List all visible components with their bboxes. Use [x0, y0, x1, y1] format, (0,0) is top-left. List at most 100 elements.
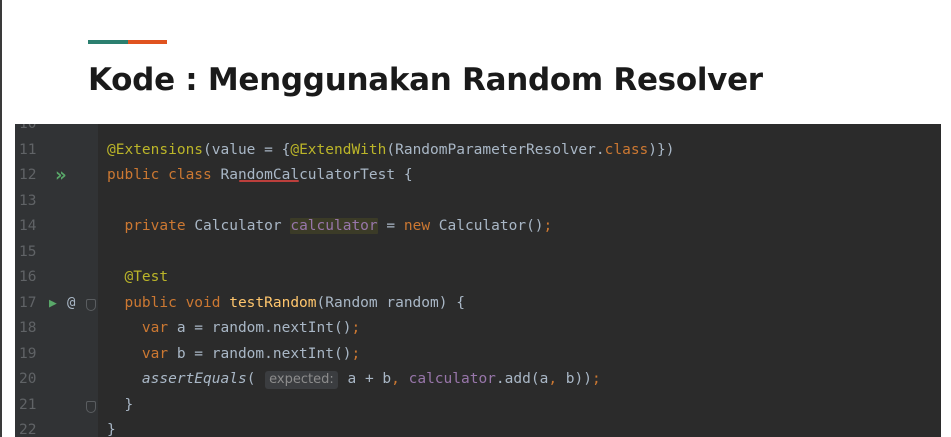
- gutter-row: 20: [15, 367, 98, 393]
- accent-teal-segment: [88, 40, 128, 44]
- code-text: @Test: [107, 265, 168, 291]
- code-token: Calculator: [194, 218, 291, 234]
- slide-title: Kode : Menggunakan Random Resolver: [88, 62, 763, 98]
- code-token: testRandom: [229, 294, 317, 311]
- code-token: @Extensions: [107, 141, 204, 158]
- code-token: class: [604, 141, 649, 158]
- fold-marker-icon[interactable]: [86, 400, 96, 413]
- code-line[interactable]: [98, 124, 941, 138]
- code-token: ,: [548, 371, 566, 387]
- code-text: assertEquals( expected: a + b, calculato…: [107, 367, 601, 393]
- code-line[interactable]: public void testRandom(Random random) {: [98, 291, 941, 317]
- code-line[interactable]: assertEquals( expected: a + b, calculato…: [98, 367, 941, 393]
- code-token: (RandomParameterResolver.: [386, 141, 605, 158]
- code-text: var b = random.nextInt();: [107, 342, 360, 368]
- code-token: = {: [255, 141, 291, 158]
- code-token: @ExtendWith: [290, 141, 387, 158]
- code-token: ;: [351, 345, 361, 362]
- code-line[interactable]: }: [98, 418, 941, 437]
- code-line[interactable]: @Test: [98, 265, 941, 291]
- line-number: 15: [19, 243, 37, 260]
- gutter-row: 15: [15, 240, 98, 266]
- code-line[interactable]: var b = random.nextInt();: [98, 342, 941, 368]
- highlighted-identifier: calculator: [290, 218, 378, 234]
- editor-code-area[interactable]: @Extensions(value = {@ExtendWith(RandomP…: [98, 124, 941, 437]
- code-token: ;: [351, 320, 361, 336]
- code-text: public void testRandom(Random random) {: [107, 291, 465, 317]
- gutter-row: 18: [15, 316, 98, 342]
- code-token: public void: [107, 294, 230, 311]
- code-token: @Test: [107, 269, 169, 285]
- code-token: a = random.nextInt(): [176, 320, 352, 336]
- parameter-hint: expected:: [265, 371, 338, 389]
- code-token: .add(a: [495, 371, 549, 387]
- code-editor[interactable]: 10 11 12 » 13 14 15 16 17 ▶ @18 19 20 21 22 @Extension…: [15, 124, 941, 437]
- code-token: Calculator(): [438, 218, 544, 234]
- code-token: var: [107, 320, 177, 336]
- line-number: 12: [19, 167, 37, 183]
- code-token: }: [107, 422, 116, 437]
- code-token: ,: [391, 371, 409, 387]
- accent-orange-segment: [128, 40, 167, 44]
- gutter-row: 14: [15, 214, 98, 240]
- code-line[interactable]: @Extensions(value = {@ExtendWith(RandomP…: [98, 138, 941, 164]
- code-token: (Random random) {: [316, 294, 465, 311]
- code-token: public class: [107, 167, 221, 183]
- code-token: var: [107, 345, 177, 362]
- code-token: ;: [543, 218, 553, 234]
- gutter-row: 19: [15, 342, 98, 368]
- code-line[interactable]: var a = random.nextInt();: [98, 316, 941, 342]
- code-token: (: [246, 371, 265, 387]
- code-text: }: [107, 393, 133, 419]
- code-token: b = random.nextInt(): [176, 345, 352, 362]
- line-number: 10: [19, 124, 37, 132]
- code-token: ;: [591, 371, 601, 387]
- gutter-row: 16: [15, 265, 98, 291]
- code-token: b)): [565, 371, 592, 387]
- gutter-row: 11: [15, 138, 98, 164]
- code-token: )}): [648, 141, 675, 158]
- code-text: @Extensions(value = {@ExtendWith(RandomP…: [107, 138, 674, 164]
- line-number: 11: [19, 141, 37, 158]
- line-number: 22: [19, 422, 37, 437]
- code-token: RandomCalculatorTest: [220, 167, 396, 183]
- title-accent-bar: [88, 40, 167, 44]
- line-number: 21: [19, 396, 37, 413]
- code-token: a + b: [338, 371, 392, 387]
- line-number: 16: [19, 269, 37, 285]
- gutter-row: 22: [15, 418, 98, 437]
- warning-underline: [238, 180, 299, 182]
- gutter-row: 10: [15, 124, 98, 138]
- code-text: public class RandomCalculatorTest {: [107, 163, 413, 189]
- code-line[interactable]: [98, 240, 941, 266]
- code-text: }: [107, 418, 116, 437]
- at-sign-icon[interactable]: @: [67, 291, 75, 317]
- code-token: value: [211, 141, 256, 158]
- run-all-tests-icon[interactable]: »: [55, 163, 66, 189]
- code-line[interactable]: [98, 189, 941, 215]
- code-text: var a = random.nextInt();: [107, 316, 360, 342]
- code-line[interactable]: public class RandomCalculatorTest {: [98, 163, 941, 189]
- slide-left-border: [0, 0, 2, 437]
- editor-gutter: 10 11 12 » 13 14 15 16 17 ▶ @18 19 20 21 22: [15, 124, 98, 437]
- line-number: 20: [19, 371, 37, 387]
- gutter-row: 17 ▶ @: [15, 291, 98, 317]
- code-text: private Calculator calculator = new Calc…: [107, 214, 552, 240]
- line-number: 18: [19, 320, 37, 336]
- code-token: private: [107, 218, 195, 234]
- code-line[interactable]: private Calculator calculator = new Calc…: [98, 214, 941, 240]
- run-test-icon[interactable]: ▶: [49, 291, 57, 317]
- fold-marker-icon[interactable]: [86, 298, 96, 311]
- gutter-row: 12 »: [15, 163, 98, 189]
- code-token: new: [403, 218, 439, 234]
- code-token: {: [395, 167, 413, 183]
- code-token: (: [203, 141, 212, 158]
- code-line[interactable]: }: [98, 393, 941, 419]
- gutter-row: 13: [15, 189, 98, 215]
- line-number: 13: [19, 192, 37, 209]
- line-number: 19: [19, 345, 37, 362]
- code-token: assertEquals: [107, 371, 247, 387]
- code-token: calculator: [408, 371, 496, 387]
- code-token: =: [377, 218, 404, 234]
- line-number: 17: [19, 294, 37, 311]
